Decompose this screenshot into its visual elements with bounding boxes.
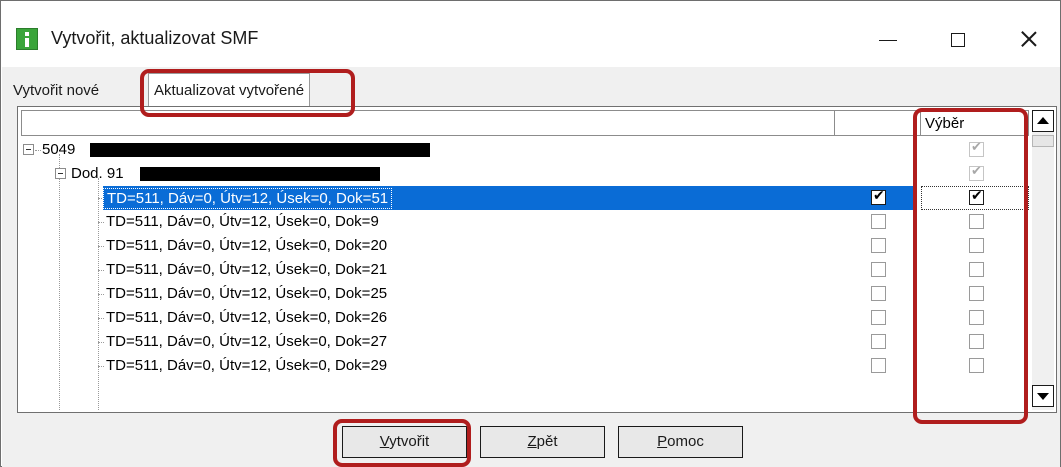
tree-row-label: TD=511, Dáv=0, Útv=12, Úsek=0, Dok=21: [106, 261, 388, 278]
dialog-client-area: Vytvořit nové Aktualizovat vytvořené Výb…: [2, 67, 1060, 467]
redaction-bar: [140, 167, 380, 181]
collapse-icon[interactable]: [23, 144, 34, 155]
close-button[interactable]: [1009, 23, 1049, 55]
tree-row-document[interactable]: TD=511, Dáv=0, Útv=12, Úsek=0, Dok=21: [21, 258, 1029, 282]
redaction-bar: [90, 143, 430, 157]
row-checkbox[interactable]: [871, 188, 886, 205]
row-checkbox[interactable]: [871, 358, 886, 373]
tab-panel: Výběr 5049 Dod. 91: [17, 106, 1057, 413]
tree-row-document[interactable]: TD=511, Dáv=0, Útv=12, Úsek=0, Dok=29: [21, 354, 1029, 378]
tree-row-document[interactable]: TD=511, Dáv=0, Útv=12, Úsek=0, Dok=26: [21, 306, 1029, 330]
annotation-highlight-vyber-column: [913, 108, 1028, 424]
tree-row-document[interactable]: TD=511, Dáv=0, Útv=12, Úsek=0, Dok=27: [21, 330, 1029, 354]
header-check-column[interactable]: [835, 111, 921, 135]
tree-row-label: TD=511, Dáv=0, Útv=12, Úsek=0, Dok=25: [106, 285, 388, 302]
app-info-icon: [16, 28, 38, 50]
annotation-highlight-tab: [140, 69, 355, 117]
tree-row-label: TD=511, Dáv=0, Útv=12, Úsek=0, Dok=9: [106, 213, 379, 230]
tree-grid[interactable]: 5049 Dod. 91 TD=511, Dáv=0, Útv=12, Úsek…: [21, 138, 1029, 410]
tree-row-document[interactable]: TD=511, Dáv=0, Útv=12, Úsek=0, Dok=9: [21, 210, 1029, 234]
help-button[interactable]: Pomoc: [618, 426, 743, 458]
tree-row-label: Dod. 91: [71, 165, 124, 182]
row-checkbox[interactable]: [871, 310, 886, 325]
scroll-up-arrow-icon[interactable]: [1032, 110, 1054, 132]
tree-row-label: TD=511, Dáv=0, Útv=12, Úsek=0, Dok=51: [103, 188, 393, 209]
row-checkbox[interactable]: [871, 238, 886, 253]
tree-row-document[interactable]: TD=511, Dáv=0, Útv=12, Úsek=0, Dok=20: [21, 234, 1029, 258]
vertical-scrollbar[interactable]: [1032, 110, 1054, 410]
scrollbar-thumb[interactable]: [1032, 135, 1054, 147]
maximize-button[interactable]: [939, 23, 979, 55]
row-checkbox[interactable]: [871, 214, 886, 229]
annotation-highlight-create-button: [333, 419, 471, 467]
back-button[interactable]: Zpět: [480, 426, 605, 458]
tree-row-label: TD=511, Dáv=0, Útv=12, Úsek=0, Dok=29: [106, 357, 388, 374]
tree-row-label: 5049: [42, 141, 76, 158]
tree-row-label: TD=511, Dáv=0, Útv=12, Úsek=0, Dok=27: [106, 333, 388, 350]
tree-row-label: TD=511, Dáv=0, Útv=12, Úsek=0, Dok=26: [106, 309, 388, 326]
title-bar[interactable]: Vytvořit, aktualizovat SMF: [1, 1, 1060, 67]
row-checkbox[interactable]: [871, 262, 886, 277]
window-title: Vytvořit, aktualizovat SMF: [51, 28, 259, 48]
row-checkbox[interactable]: [871, 334, 886, 349]
tree-row-document[interactable]: TD=511, Dáv=0, Útv=12, Úsek=0, Dok=51: [21, 186, 1029, 210]
minimize-button[interactable]: [869, 23, 909, 55]
collapse-icon[interactable]: [55, 168, 66, 179]
tree-row-label: TD=511, Dáv=0, Útv=12, Úsek=0, Dok=20: [106, 237, 388, 254]
tab-create-new[interactable]: Vytvořit nové: [9, 77, 103, 105]
row-checkbox[interactable]: [871, 286, 886, 301]
tree-row-supplier[interactable]: Dod. 91: [21, 162, 1029, 186]
tree-row-root[interactable]: 5049: [21, 138, 1029, 162]
tree-row-document[interactable]: TD=511, Dáv=0, Útv=12, Úsek=0, Dok=25: [21, 282, 1029, 306]
scroll-down-arrow-icon[interactable]: [1032, 385, 1054, 407]
